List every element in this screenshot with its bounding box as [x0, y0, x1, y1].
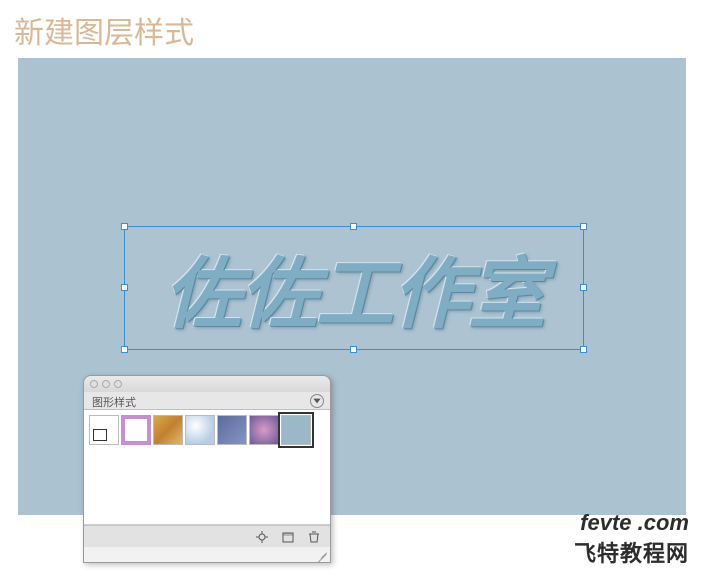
- minimize-button[interactable]: [102, 380, 110, 388]
- panel-titlebar[interactable]: [84, 376, 330, 392]
- resize-handle-bottom-left[interactable]: [121, 346, 128, 353]
- zoom-button[interactable]: [114, 380, 122, 388]
- watermark: fevte .com 飞特教程网: [574, 510, 689, 568]
- style-thumbnail-purple-border[interactable]: [121, 415, 151, 445]
- style-thumbnail-blue-gray[interactable]: [217, 415, 247, 445]
- panel-footer: [84, 525, 330, 547]
- break-link-icon[interactable]: [254, 530, 270, 544]
- style-thumbnail-flat-blue[interactable]: [281, 415, 311, 445]
- new-style-icon[interactable]: [280, 530, 296, 544]
- styles-grid: [84, 410, 330, 525]
- resize-handle-bottom-right[interactable]: [580, 346, 587, 353]
- canvas-main-text[interactable]: 佐佐工作室: [125, 232, 583, 344]
- panel-menu-icon[interactable]: [310, 394, 324, 408]
- style-thumbnail-sphere[interactable]: [185, 415, 215, 445]
- text-selection-box[interactable]: 佐佐工作室: [124, 226, 584, 350]
- style-thumbnail-gold-texture[interactable]: [153, 415, 183, 445]
- resize-handle-bottom-middle[interactable]: [350, 346, 357, 353]
- resize-handle-top-left[interactable]: [121, 223, 128, 230]
- delete-style-icon[interactable]: [306, 530, 322, 544]
- resize-handle-top-right[interactable]: [580, 223, 587, 230]
- style-thumbnail-default[interactable]: [89, 415, 119, 445]
- page-title: 新建图层样式: [0, 0, 703, 60]
- style-thumbnail-nebula[interactable]: [249, 415, 279, 445]
- panel-tab-graphic-styles[interactable]: 图形样式: [84, 392, 330, 410]
- watermark-site-name: 飞特教程网: [574, 536, 689, 568]
- resize-handle-middle-right[interactable]: [580, 284, 587, 291]
- resize-handle-top-middle[interactable]: [350, 223, 357, 230]
- panel-tab-label: 图形样式: [92, 397, 136, 409]
- resize-handle-middle-left[interactable]: [121, 284, 128, 291]
- panel-resize-grip[interactable]: [316, 548, 328, 560]
- watermark-domain: fevte .com: [574, 510, 689, 536]
- close-button[interactable]: [90, 380, 98, 388]
- graphic-styles-panel[interactable]: 图形样式: [83, 375, 331, 563]
